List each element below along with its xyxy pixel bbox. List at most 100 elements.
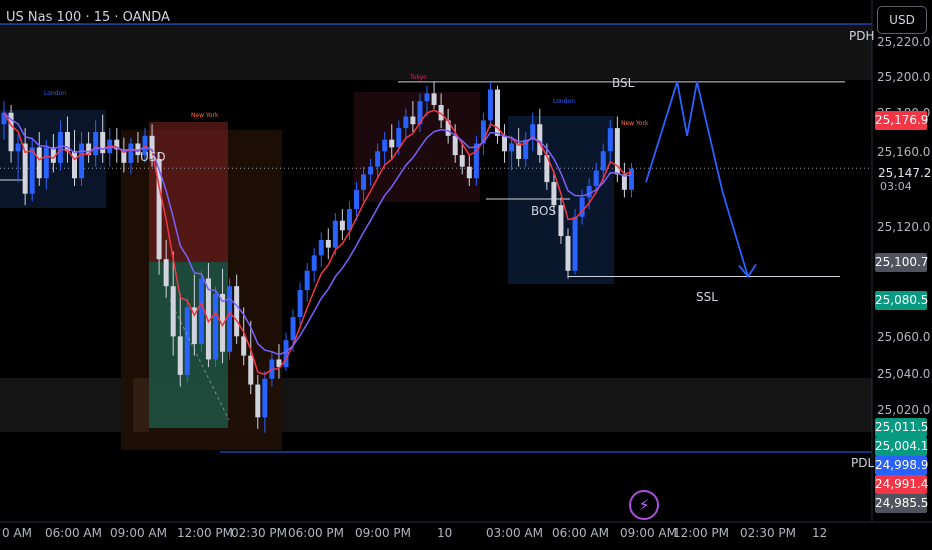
time-tick: 12:00 PM xyxy=(673,526,729,540)
price-tag: 24,998.9 xyxy=(875,456,928,475)
time-tick: 12:00 PM xyxy=(177,526,233,540)
candle-body xyxy=(318,239,324,256)
time-tick: 06:00 PM xyxy=(288,526,344,540)
pdh-zone xyxy=(0,24,872,80)
candle-body xyxy=(593,170,599,186)
projection-path xyxy=(645,81,749,277)
candle-body xyxy=(572,216,578,271)
candle-body xyxy=(396,128,402,148)
time-tick: 02:30 PM xyxy=(740,526,796,540)
candle-body xyxy=(234,286,240,337)
candle-body xyxy=(354,189,359,210)
lightning-icon[interactable]: ⚡ xyxy=(629,490,659,520)
bar-countdown: 03:04 xyxy=(880,180,912,193)
candle-body xyxy=(551,182,557,206)
candle-body xyxy=(431,93,437,105)
session-label-new-york-2: New York xyxy=(621,120,649,127)
candle-body xyxy=(177,336,183,375)
candle-body xyxy=(262,378,268,418)
chart-area[interactable] xyxy=(0,0,932,550)
chart-canvas[interactable] xyxy=(0,0,932,550)
candle-body xyxy=(283,340,289,368)
candle-body xyxy=(424,93,430,102)
candle-body xyxy=(410,116,416,125)
candle-body xyxy=(565,236,571,271)
candle-body xyxy=(93,131,99,156)
price-tag: 25,100.7 xyxy=(875,253,928,272)
time-tick: 09:00 AM xyxy=(620,526,677,540)
price-tick: 25,220.0 xyxy=(877,35,931,49)
candle-body xyxy=(304,270,310,291)
candle-body xyxy=(227,286,233,352)
projection-arrowhead xyxy=(738,264,757,279)
currency-button[interactable]: USD xyxy=(877,6,927,34)
candle-body xyxy=(255,384,261,418)
price-tag: 25,080.5 xyxy=(875,291,928,310)
price-tag: 25,176.9 xyxy=(875,111,928,130)
candle-body xyxy=(170,286,176,337)
candle-body xyxy=(325,239,331,248)
session-label-london-2: London xyxy=(553,98,575,105)
time-tick: 09:00 AM xyxy=(110,526,167,540)
time-tick: 10 xyxy=(437,526,453,540)
candle-body xyxy=(607,128,613,152)
price-tag: 24,991.4 xyxy=(875,475,928,494)
time-tick: 12 xyxy=(812,526,828,540)
candle-body xyxy=(502,135,508,152)
price-tick: 25,020.0 xyxy=(877,403,931,417)
candle-body xyxy=(586,185,592,198)
candle-body xyxy=(241,336,247,356)
candle-body xyxy=(163,259,169,287)
pdl-label: PDL xyxy=(851,456,875,470)
candle-body xyxy=(375,151,381,167)
price-tick: 25,120.0 xyxy=(877,220,931,234)
candle-body xyxy=(311,255,317,271)
chart-title: US Nas 100 · 15 · OANDA xyxy=(6,10,170,25)
candle-body xyxy=(79,143,85,179)
session-label-tokyo: Tokyo xyxy=(410,74,427,81)
candle-body xyxy=(100,131,106,154)
candle-body xyxy=(332,220,338,248)
session-label-london: London xyxy=(44,90,66,97)
candle-body xyxy=(558,205,564,237)
ssl-label: SSL xyxy=(696,290,718,304)
price-tick: 25,040.0 xyxy=(877,367,931,381)
time-tick: 0 AM xyxy=(2,526,33,540)
order-block xyxy=(133,378,149,432)
bos-label: BOS xyxy=(531,204,557,218)
candle-body xyxy=(198,278,204,345)
time-tick: 02:30 PM xyxy=(231,526,287,540)
candle-body xyxy=(403,116,409,129)
candle-body xyxy=(600,151,606,171)
candle-body xyxy=(339,220,345,231)
candle-body xyxy=(184,307,190,375)
pdh-label: PDH xyxy=(849,29,875,43)
candle-body xyxy=(248,355,254,385)
price-tag: 25,011.5 xyxy=(875,418,928,437)
candle-body xyxy=(487,89,493,121)
candle-body xyxy=(452,135,458,156)
candle-body xyxy=(290,317,296,341)
price-tick: 25,160.0 xyxy=(877,145,931,159)
time-tick: 06:00 AM xyxy=(45,526,102,540)
candle-body xyxy=(128,143,134,163)
candle-body xyxy=(509,143,515,152)
candle-body xyxy=(29,147,35,194)
candle-body xyxy=(389,139,395,148)
price-tag: 24,985.5 xyxy=(875,494,928,513)
candle-body xyxy=(466,166,472,179)
usd-chart-label: USD xyxy=(140,150,166,164)
current-price-box: 25,147.2 03:04 xyxy=(875,164,931,204)
time-tick: 06:00 AM xyxy=(552,526,609,540)
candle-body xyxy=(459,155,465,167)
bsl-label: BSL xyxy=(612,76,635,90)
price-tag: 25,004.1 xyxy=(875,437,928,456)
time-tick: 09:00 PM xyxy=(355,526,411,540)
candle-body xyxy=(72,151,77,179)
candle-body xyxy=(297,290,303,318)
candle-body xyxy=(43,147,49,179)
session-label-new-york: New York xyxy=(191,112,219,119)
candle-body xyxy=(15,143,21,152)
candle-body xyxy=(361,174,367,190)
time-tick: 03:00 AM xyxy=(486,526,543,540)
